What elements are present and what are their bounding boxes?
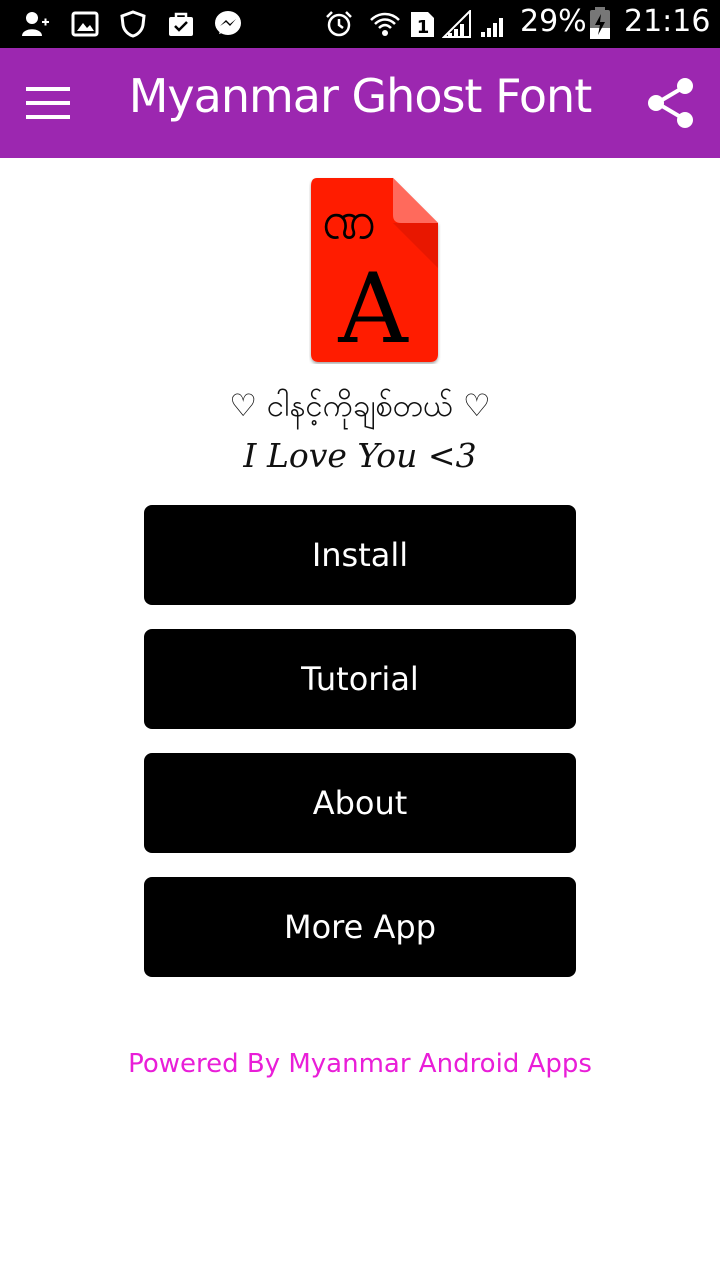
more-app-button[interactable]: More App <box>144 877 576 977</box>
messenger-icon <box>215 11 241 35</box>
about-button[interactable]: About <box>144 753 576 853</box>
shopping-bag-icon <box>169 12 193 36</box>
share-icon <box>648 78 693 128</box>
wifi-icon <box>370 12 400 36</box>
powered-by-link[interactable]: Powered By Myanmar Android Apps <box>0 1044 720 1084</box>
battery-percent: 29% <box>520 4 587 39</box>
shield-icon <box>120 10 146 38</box>
tutorial-button[interactable]: Tutorial <box>144 629 576 729</box>
svg-text:1: 1 <box>417 17 430 38</box>
signal-2-icon <box>481 18 503 37</box>
install-button[interactable]: Install <box>144 505 576 605</box>
person-add-icon <box>22 12 49 36</box>
app-logo: ဏ A <box>311 178 438 364</box>
image-icon <box>71 11 99 37</box>
status-bar: 1 29% 21:16 <box>0 0 720 48</box>
logo-glyph-bottom: A <box>337 253 409 364</box>
tagline-myanmar: ♡ ငါနင့်ကိုချစ်တယ် ♡ <box>229 388 491 424</box>
clock: 21:16 <box>624 4 711 39</box>
sim-1-icon: 1 <box>411 12 434 38</box>
logo-glyph-top: ဏ <box>322 188 376 251</box>
menu-icon <box>26 87 70 119</box>
share-button[interactable] <box>642 74 700 132</box>
battery-icon <box>590 7 610 39</box>
alarm-icon <box>326 11 352 37</box>
signal-icon <box>442 10 471 38</box>
menu-button[interactable] <box>24 81 74 125</box>
app-title: Myanmar Ghost Font <box>128 69 593 123</box>
app-bar: Myanmar Ghost Font <box>0 48 720 158</box>
tagline-english: I Love You <3 <box>243 436 477 475</box>
